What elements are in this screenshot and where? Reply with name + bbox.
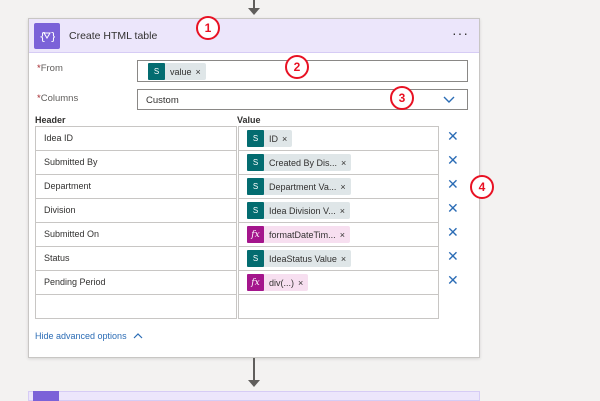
from-label: *From — [37, 63, 63, 74]
columns-dropdown[interactable]: Custom — [137, 89, 468, 110]
sharepoint-icon: S — [247, 250, 264, 267]
value-cell[interactable] — [238, 294, 439, 319]
callout-4: 4 — [470, 175, 494, 199]
callout-3: 3 — [390, 86, 414, 110]
dynamic-content-token[interactable]: S Department Va... × — [247, 178, 351, 195]
remove-token-icon[interactable]: × — [340, 206, 350, 216]
remove-row-icon[interactable]: ✕ — [447, 249, 459, 263]
remove-token-icon[interactable]: × — [282, 134, 292, 144]
remove-row-icon[interactable]: ✕ — [447, 273, 459, 287]
value-token[interactable]: S value × — [148, 63, 206, 80]
next-action-card[interactable] — [28, 391, 480, 401]
token-text: Created By Dis... — [269, 157, 338, 168]
token-text: div(...) — [269, 277, 295, 288]
header-cell-text: Pending Period — [44, 277, 106, 287]
table-variable-icon: {} — [34, 23, 60, 49]
sharepoint-icon: S — [148, 63, 165, 80]
card-title: Create HTML table — [69, 30, 158, 42]
create-html-table-card: {} Create HTML table ··· *From S value ×… — [28, 18, 480, 358]
connector-bottom-arrow-icon — [248, 380, 260, 387]
connector-top — [253, 0, 255, 8]
token-text: IdeaStatus Value — [269, 253, 337, 264]
callout-2: 2 — [285, 55, 309, 79]
header-cell[interactable]: Submitted By — [35, 150, 237, 175]
remove-token-icon[interactable]: × — [298, 278, 308, 288]
header-cell[interactable]: Department — [35, 174, 237, 199]
token-text: Department Va... — [269, 181, 337, 192]
remove-row-icon[interactable]: ✕ — [447, 177, 459, 191]
card-header[interactable]: {} Create HTML table ··· — [29, 19, 479, 53]
value-cell[interactable]: fx div(...) × — [238, 270, 439, 295]
sharepoint-icon: S — [247, 178, 264, 195]
header-cell[interactable]: Division — [35, 198, 237, 223]
expression-icon: fx — [247, 274, 264, 291]
expression-icon: fx — [247, 226, 264, 243]
sharepoint-icon: S — [247, 130, 264, 147]
callout-1: 1 — [196, 16, 220, 40]
remove-token-icon[interactable]: × — [340, 230, 350, 240]
header-cell-text: Department — [44, 181, 92, 191]
chevron-up-icon — [133, 333, 143, 339]
dynamic-content-token[interactable]: S IdeaStatus Value × — [247, 250, 352, 267]
value-cell[interactable]: S Idea Division V... × — [238, 198, 439, 223]
header-cell[interactable]: Submitted On — [35, 222, 237, 247]
hide-advanced-options-link[interactable]: Hide advanced options — [35, 331, 143, 341]
value-column-title: Value — [237, 115, 261, 125]
remove-row-icon[interactable]: ✕ — [447, 129, 459, 143]
token-text: Idea Division V... — [269, 205, 336, 216]
header-cell-text: Submitted By — [44, 157, 98, 167]
value-cell[interactable]: S IdeaStatus Value × — [238, 246, 439, 271]
dynamic-content-token[interactable]: S Idea Division V... × — [247, 202, 350, 219]
header-cell-text: Idea ID — [44, 133, 74, 143]
header-cell[interactable]: Status — [35, 246, 237, 271]
value-cell[interactable]: fx formatDateTim... × — [238, 222, 439, 247]
sharepoint-icon: S — [247, 154, 264, 171]
expression-token[interactable]: fx div(...) × — [247, 274, 309, 291]
connector-top-arrow-icon — [248, 8, 260, 15]
remove-token-icon[interactable]: × — [341, 254, 351, 264]
header-cell[interactable] — [35, 294, 237, 319]
value-cell[interactable]: S Department Va... × — [238, 174, 439, 199]
expression-token[interactable]: fx formatDateTim... × — [247, 226, 350, 243]
remove-token-icon[interactable]: × — [341, 158, 351, 168]
chevron-down-icon — [443, 96, 455, 103]
connector-bottom — [253, 358, 255, 380]
remove-row-icon[interactable]: ✕ — [447, 225, 459, 239]
sharepoint-icon: S — [247, 202, 264, 219]
token-text: ID — [269, 133, 278, 144]
remove-row-icon[interactable]: ✕ — [447, 201, 459, 215]
header-cell[interactable]: Idea ID — [35, 126, 237, 151]
remove-token-icon[interactable]: × — [340, 182, 350, 192]
svg-text:}: } — [50, 30, 55, 43]
header-column-title: Header — [35, 115, 66, 125]
dynamic-content-token[interactable]: S Created By Dis... × — [247, 154, 352, 171]
header-cell[interactable]: Pending Period — [35, 270, 237, 295]
svg-text:{: { — [39, 30, 46, 43]
header-cell-text: Submitted On — [44, 229, 100, 239]
token-text: formatDateTim... — [269, 229, 336, 240]
more-options-button[interactable]: ··· — [452, 26, 469, 40]
remove-row-icon[interactable]: ✕ — [447, 153, 459, 167]
header-cell-text: Division — [44, 205, 76, 215]
columns-label: *Columns — [37, 93, 79, 104]
dynamic-content-token[interactable]: S ID × — [247, 130, 293, 147]
columns-value: Custom — [146, 95, 179, 106]
header-cell-text: Status — [44, 253, 70, 263]
value-cell[interactable]: S ID × — [238, 126, 439, 151]
next-action-icon — [33, 391, 59, 401]
value-cell[interactable]: S Created By Dis... × — [238, 150, 439, 175]
remove-token-icon[interactable]: × — [196, 67, 206, 77]
